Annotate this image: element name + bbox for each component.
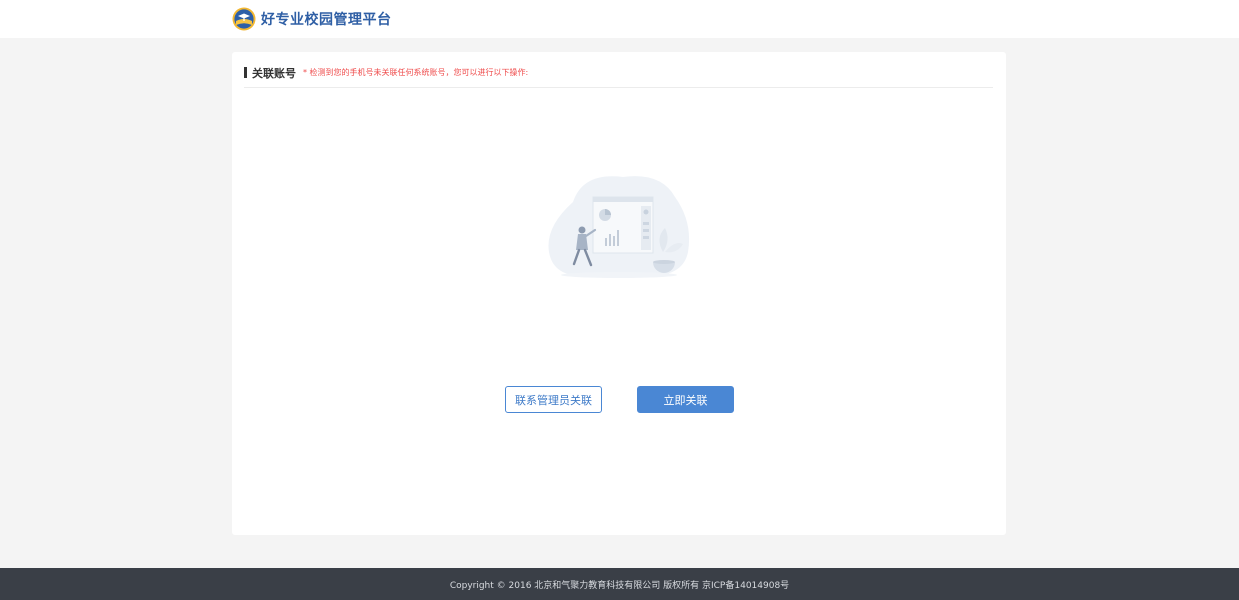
card-title: 关联账号 [252,66,296,80]
school-emblem-icon [232,7,256,31]
copyright-text: Copyright © 2016 北京和气聚力教育科技有限公司 版权所有 京IC… [449,580,790,591]
card-header: 关联账号 * 检测到您的手机号未关联任何系统账号，您可以进行以下操作: [244,62,993,88]
link-now-button[interactable]: 立即关联 [637,386,734,413]
warning-hint: * 检测到您的手机号未关联任何系统账号，您可以进行以下操作: [303,68,529,77]
top-bar: 好专业校园管理平台 [0,0,1239,38]
empty-state-illustration [543,172,695,282]
app-title: 好专业校园管理平台 [261,12,392,28]
contact-admin-button[interactable]: 联系管理员关联 [505,386,602,413]
footer: Copyright © 2016 北京和气聚力教育科技有限公司 版权所有 京IC… [0,568,1239,600]
brand[interactable]: 好专业校园管理平台 [232,6,392,32]
link-account-card: 关联账号 * 检测到您的手机号未关联任何系统账号，您可以进行以下操作: 联系管理… [232,52,1006,535]
title-marker [244,67,247,78]
